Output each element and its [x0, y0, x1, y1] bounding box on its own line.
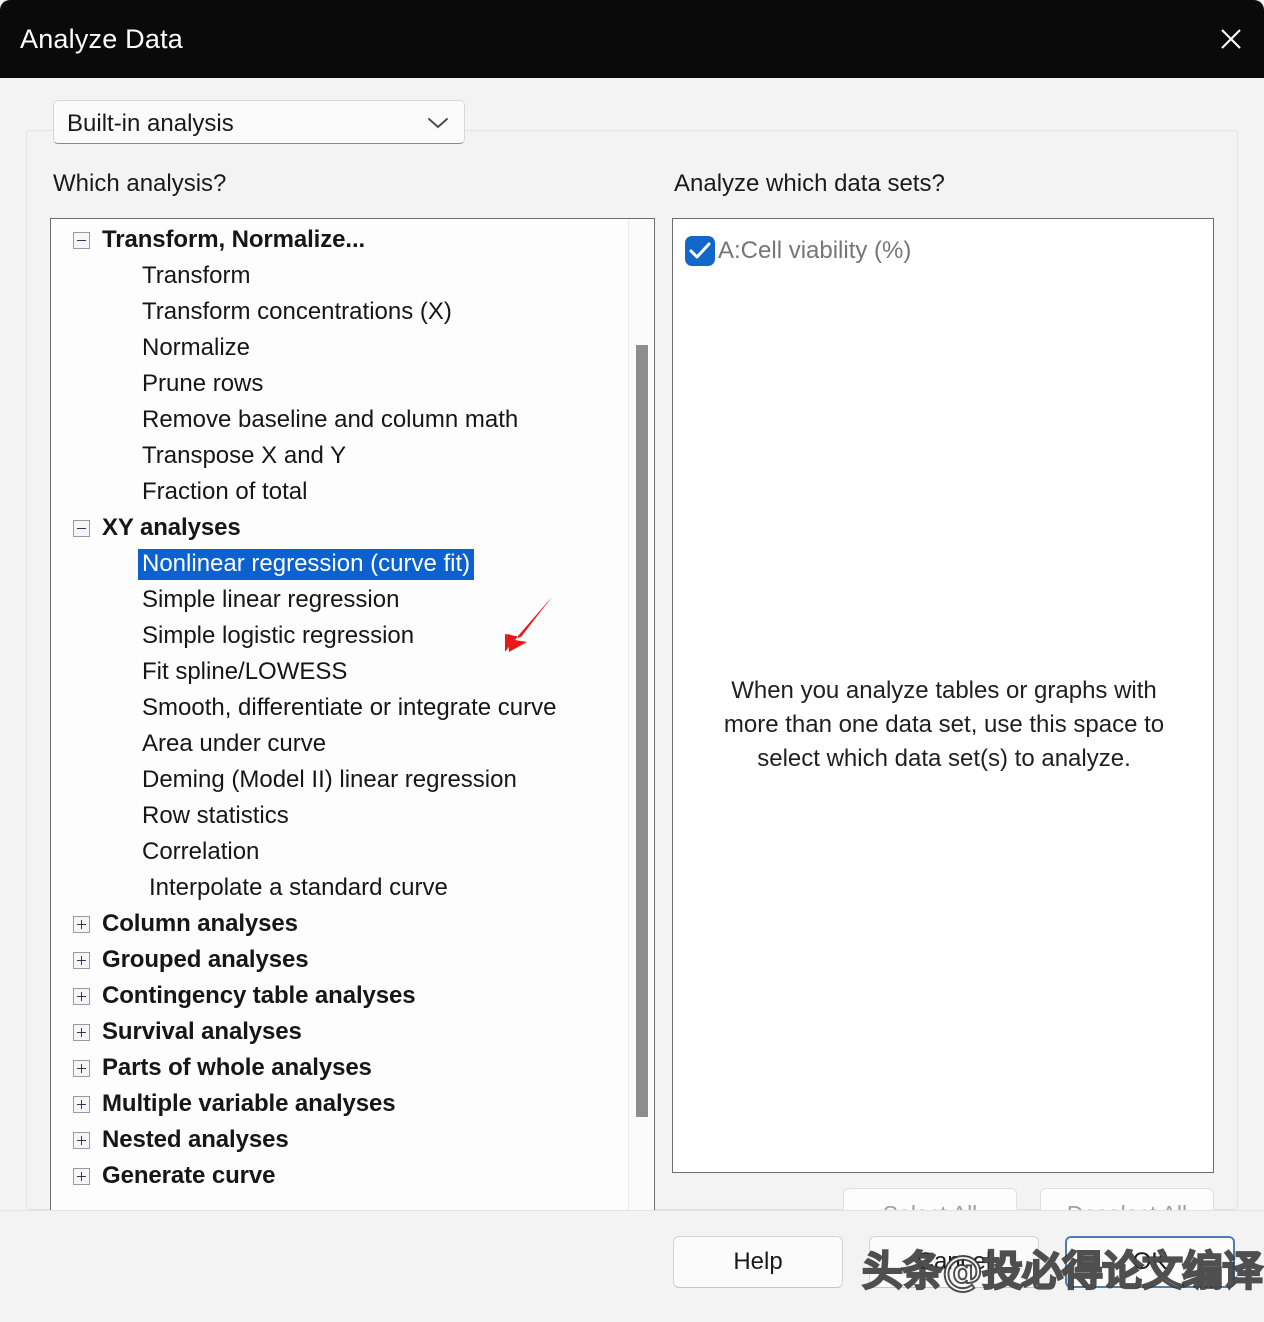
minus-box-icon[interactable]	[73, 232, 90, 249]
analysis-tree-item-label: Correlation	[142, 838, 260, 865]
analysis-tree-item-label: Area under curve	[142, 730, 327, 757]
dialog-footer: Help Cancel OK	[0, 1211, 1264, 1322]
plus-box-icon[interactable]	[73, 1024, 90, 1041]
analysis-tree-item[interactable]: Deming (Model II) linear regression	[51, 762, 618, 798]
analysis-tree-item-label: Nonlinear regression (curve fit)	[142, 550, 471, 577]
which-datasets-label: Analyze which data sets?	[674, 170, 945, 197]
window-title: Analyze Data	[20, 24, 183, 54]
analysis-tree-item[interactable]: Fraction of total	[51, 474, 618, 510]
analysis-tree[interactable]: Transform, Normalize... Transform Transfor…	[50, 218, 655, 1260]
analysis-tree-item-label: Parts of whole analyses	[102, 1054, 372, 1081]
ok-button[interactable]: OK	[1065, 1236, 1235, 1288]
plus-box-icon[interactable]	[73, 916, 90, 933]
analysis-tree-scrollbar[interactable]	[628, 219, 654, 1259]
analysis-tree-item[interactable]: Transform	[51, 258, 618, 294]
analysis-tree-item-label: Prune rows	[142, 370, 264, 397]
dataset-list-item[interactable]: A:Cell viability (%)	[685, 231, 911, 271]
analysis-tree-rows: Transform, Normalize... Transform Transfor…	[51, 219, 618, 1259]
plus-box-icon[interactable]	[73, 1096, 90, 1113]
analysis-tree-item[interactable]: Row statistics	[51, 798, 618, 834]
analysis-tree-item[interactable]: Generate curve	[51, 1158, 618, 1194]
analysis-tree-item-label: Row statistics	[142, 802, 289, 829]
analysis-tree-item-label: Interpolate a standard curve	[149, 874, 448, 901]
analysis-tree-item-label: Fit spline/LOWESS	[142, 658, 348, 685]
analysis-tree-item-label: Generate curve	[102, 1162, 276, 1189]
analysis-tree-item[interactable]: Parts of whole analyses	[51, 1050, 618, 1086]
analysis-tree-item-label: Survival analyses	[102, 1018, 302, 1045]
analysis-tree-item[interactable]: Fit spline/LOWESS	[51, 654, 618, 690]
analysis-tree-item[interactable]: Nonlinear regression (curve fit)	[51, 546, 618, 582]
analysis-tree-item[interactable]: Area under curve	[51, 726, 618, 762]
help-button[interactable]: Help	[673, 1236, 843, 1288]
analysis-tree-item-label: Smooth, differentiate or integrate curve	[142, 694, 557, 721]
analysis-tree-item-label: Contingency table analyses	[102, 982, 416, 1009]
analysis-tree-item-label: Transform concentrations (X)	[142, 298, 452, 325]
analysis-tree-item[interactable]: Transpose X and Y	[51, 438, 618, 474]
analysis-tree-item[interactable]: Grouped analyses	[51, 942, 618, 978]
analysis-tree-item-label: Fraction of total	[142, 478, 308, 505]
chevron-down-icon	[426, 115, 450, 136]
analysis-tree-item[interactable]: Contingency table analyses	[51, 978, 618, 1014]
analysis-tree-item-label: Nested analyses	[102, 1126, 289, 1153]
analysis-tree-item-label: Transform, Normalize...	[102, 226, 366, 253]
analysis-tree-item[interactable]: Simple logistic regression	[51, 618, 618, 654]
plus-box-icon[interactable]	[73, 1132, 90, 1149]
analysis-tree-item[interactable]: Transform, Normalize...	[51, 222, 618, 258]
analysis-tree-item[interactable]: Multiple variable analyses	[51, 1086, 618, 1122]
analysis-tree-item-label: Multiple variable analyses	[102, 1090, 396, 1117]
analysis-tree-item[interactable]: Normalize	[51, 330, 618, 366]
title-bar: Analyze Data	[0, 0, 1264, 78]
dialog-body: Built-in analysis Which analysis? Analyz…	[0, 78, 1264, 1260]
plus-box-icon[interactable]	[73, 1168, 90, 1185]
dataset-label: A:Cell viability (%)	[718, 237, 912, 264]
dataset-help-text: When you analyze tables or graphs with m…	[723, 677, 1165, 773]
analysis-source-select[interactable]: Built-in analysis	[53, 100, 465, 144]
analysis-tree-item-label: XY analyses	[102, 514, 241, 541]
analysis-tree-item[interactable]: Simple linear regression	[51, 582, 618, 618]
plus-box-icon[interactable]	[73, 988, 90, 1005]
analysis-tree-item[interactable]: Smooth, differentiate or integrate curve	[51, 690, 618, 726]
analysis-source-value: Built-in analysis	[67, 110, 234, 137]
plus-box-icon[interactable]	[73, 952, 90, 969]
analysis-tree-item[interactable]: XY analyses	[51, 510, 618, 546]
checkmark-icon[interactable]	[685, 236, 715, 266]
analysis-tree-item[interactable]: Survival analyses	[51, 1014, 618, 1050]
which-analysis-label: Which analysis?	[53, 170, 227, 197]
cancel-button[interactable]: Cancel	[869, 1236, 1039, 1288]
analysis-tree-item[interactable]: Transform concentrations (X)	[51, 294, 618, 330]
scrollbar-thumb[interactable]	[636, 345, 648, 1117]
analyze-data-dialog: Analyze Data Built-in analysis Which ana…	[0, 0, 1264, 1322]
analysis-tree-item[interactable]: Remove baseline and column math	[51, 402, 618, 438]
analysis-tree-item-label: Normalize	[142, 334, 251, 361]
analysis-tree-item-label: Transpose X and Y	[142, 442, 347, 469]
dataset-list[interactable]: A:Cell viability (%) When you analyze ta…	[672, 218, 1214, 1173]
plus-box-icon[interactable]	[73, 1060, 90, 1077]
analysis-tree-item[interactable]: Column analyses	[51, 906, 618, 942]
analysis-tree-item-label: Simple linear regression	[142, 586, 400, 613]
close-icon[interactable]	[1198, 0, 1264, 78]
analysis-tree-item-label: Deming (Model II) linear regression	[142, 766, 517, 793]
analysis-tree-item[interactable]: Nested analyses	[51, 1122, 618, 1158]
analysis-tree-item-label: Grouped analyses	[102, 946, 309, 973]
analysis-tree-item-label: Transform	[142, 262, 251, 289]
analysis-tree-item-label: Remove baseline and column math	[142, 406, 519, 433]
analysis-tree-item[interactable]: Correlation	[51, 834, 618, 870]
analysis-tree-item[interactable]: Prune rows	[51, 366, 618, 402]
analysis-tree-item[interactable]: Interpolate a standard curve	[51, 870, 618, 906]
analysis-tree-item-label: Simple logistic regression	[142, 622, 415, 649]
minus-box-icon[interactable]	[73, 520, 90, 537]
analysis-tree-item-label: Column analyses	[102, 910, 298, 937]
